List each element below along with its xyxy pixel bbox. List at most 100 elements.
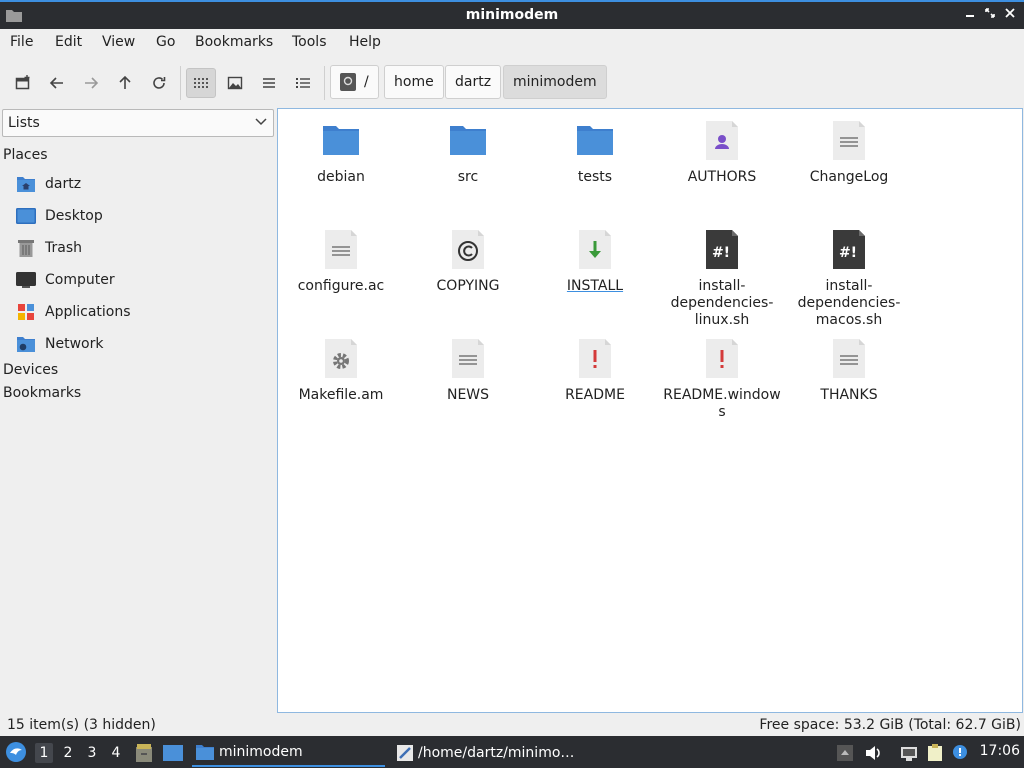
file-view[interactable]: debian src tests AUTHORS ChangeLog confi… xyxy=(277,108,1023,713)
file-name: install-dependencies-linux.sh xyxy=(670,278,774,328)
task-minimodem[interactable]: minimodem xyxy=(192,739,385,767)
task-text-editor[interactable]: /home/dartz/minimo… xyxy=(392,739,592,767)
breadcrumb-label: minimodem xyxy=(513,74,597,90)
menu-view[interactable]: View xyxy=(102,34,135,50)
clock[interactable]: 17:06 xyxy=(980,743,1020,759)
file-item[interactable]: AUTHORS xyxy=(662,112,782,186)
place-applications[interactable]: Applications xyxy=(16,299,131,325)
file-item[interactable]: THANKS xyxy=(789,330,909,404)
file-item[interactable]: #! install-dependencies-macos.sh xyxy=(789,221,909,329)
file-item[interactable]: debian xyxy=(281,112,401,186)
minimize-button[interactable] xyxy=(962,6,978,24)
taskbar: 1 2 3 4 minimodem /home/dartz/minimo… 17… xyxy=(0,736,1024,768)
chevron-down-icon xyxy=(255,118,267,126)
place-home[interactable]: dartz xyxy=(16,171,81,197)
side-panel-mode-value: Lists xyxy=(8,115,40,131)
icon-grid-icon xyxy=(194,78,208,88)
workspace-2[interactable]: 2 xyxy=(59,743,77,763)
person-document-icon xyxy=(706,121,738,160)
clipboard-icon[interactable] xyxy=(926,744,944,762)
file-item[interactable]: configure.ac xyxy=(281,221,401,295)
breadcrumb-minimodem[interactable]: minimodem xyxy=(503,65,607,99)
image-icon xyxy=(227,76,243,90)
start-menu-button[interactable] xyxy=(5,741,27,763)
workspace-4[interactable]: 4 xyxy=(107,743,125,763)
file-name: THANKS xyxy=(820,387,878,403)
folder-icon xyxy=(577,126,613,155)
menu-tools[interactable]: Tools xyxy=(292,34,327,50)
new-tab-button[interactable] xyxy=(8,68,38,98)
file-name: README.windows xyxy=(663,387,781,420)
file-item[interactable]: tests xyxy=(535,112,655,186)
file-item[interactable]: NEWS xyxy=(408,330,528,404)
reload-icon xyxy=(153,77,166,89)
icon-view-button[interactable] xyxy=(186,68,216,98)
file-item[interactable]: COPYING xyxy=(408,221,528,295)
breadcrumb-home[interactable]: home xyxy=(384,65,444,99)
notification-tray-icon[interactable] xyxy=(836,744,854,762)
workspace-1[interactable]: 1 xyxy=(35,743,53,763)
side-panel-mode-select[interactable]: Lists xyxy=(2,109,274,137)
places-heading[interactable]: Places xyxy=(3,147,48,163)
bookmarks-heading[interactable]: Bookmarks xyxy=(3,385,81,401)
file-item[interactable]: README xyxy=(535,330,655,404)
maximize-button[interactable] xyxy=(982,6,998,24)
breadcrumb-root[interactable]: / xyxy=(330,65,379,99)
file-item[interactable]: INSTALL xyxy=(535,221,655,295)
menu-file[interactable]: File xyxy=(10,34,33,50)
file-name: tests xyxy=(577,169,613,185)
place-trash[interactable]: Trash xyxy=(16,235,82,261)
important-document-icon xyxy=(579,339,611,378)
network-status-icon[interactable] xyxy=(900,744,918,762)
text-document-icon xyxy=(833,121,865,160)
file-item[interactable]: Makefile.am xyxy=(281,330,401,404)
arrow-right-icon xyxy=(85,77,99,89)
free-space: Free space: 53.2 GiB (Total: 62.7 GiB) xyxy=(759,717,1021,733)
thumbnail-view-button[interactable] xyxy=(220,68,250,98)
file-cabinet-icon xyxy=(136,744,152,762)
status-bar: 15 item(s) (3 hidden) Free space: 53.2 G… xyxy=(0,714,1024,736)
menu-go[interactable]: Go xyxy=(156,34,175,50)
file-manager-launcher[interactable] xyxy=(134,743,154,763)
workspace-3[interactable]: 3 xyxy=(83,743,101,763)
task-label: /home/dartz/minimo… xyxy=(418,745,575,761)
devices-heading[interactable]: Devices xyxy=(3,362,58,378)
toolbar: / home dartz minimodem xyxy=(0,58,1024,106)
breadcrumb-dartz[interactable]: dartz xyxy=(445,65,502,99)
place-computer[interactable]: Computer xyxy=(16,267,115,293)
place-label: Applications xyxy=(45,304,131,320)
menu-edit[interactable]: Edit xyxy=(55,34,82,50)
update-notifier-icon[interactable] xyxy=(952,744,970,762)
file-name: INSTALL xyxy=(566,278,624,294)
side-panel: Lists Places dartz Desktop Trash Compute… xyxy=(0,108,275,713)
back-button[interactable] xyxy=(42,68,72,98)
forward-button[interactable] xyxy=(76,68,106,98)
breadcrumb-label: dartz xyxy=(455,74,492,90)
gear-icon xyxy=(325,339,357,378)
menu-help[interactable]: Help xyxy=(349,34,381,50)
detailed-list-button[interactable] xyxy=(288,68,318,98)
menu-bar: File Edit View Go Bookmarks Tools Help xyxy=(0,29,1024,57)
file-item[interactable]: README.windows xyxy=(662,330,782,421)
install-download-icon xyxy=(579,230,611,269)
close-button[interactable] xyxy=(1002,6,1018,24)
file-name: install-dependencies-macos.sh xyxy=(797,278,901,328)
arrow-up-icon xyxy=(119,75,131,89)
menu-bookmarks[interactable]: Bookmarks xyxy=(195,34,273,50)
file-item[interactable]: src xyxy=(408,112,528,186)
reload-button[interactable] xyxy=(144,68,174,98)
show-desktop-button[interactable] xyxy=(162,743,184,763)
restore-icon xyxy=(985,8,995,18)
place-desktop[interactable]: Desktop xyxy=(16,203,103,229)
place-network[interactable]: Network xyxy=(16,331,103,357)
folder-icon xyxy=(450,126,486,155)
compact-view-button[interactable] xyxy=(254,68,284,98)
place-label: dartz xyxy=(45,176,82,192)
file-item[interactable]: #! install-dependencies-linux.sh xyxy=(662,221,782,329)
applications-icon xyxy=(18,304,34,320)
volume-icon[interactable] xyxy=(864,744,882,762)
up-button[interactable] xyxy=(110,68,140,98)
file-item[interactable]: ChangeLog xyxy=(789,112,909,186)
minimize-icon xyxy=(966,15,974,17)
breadcrumb-label: / xyxy=(364,74,369,90)
